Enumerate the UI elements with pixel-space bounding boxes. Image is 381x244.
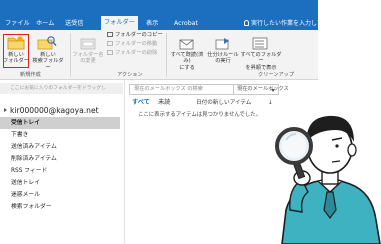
rename-folder-icon	[80, 38, 96, 50]
mark-read-icon	[179, 39, 194, 50]
folder-rss[interactable]: RSS フィード	[0, 165, 120, 177]
lightbulb-icon	[244, 20, 249, 26]
ribbon-tab-bar: ファイル ホーム 送受信 フォルダー 表示 Acrobat 実行したい作業を入力…	[0, 0, 323, 30]
rename-folder-button[interactable]: フォルダー名 の変更	[72, 52, 104, 65]
search-input[interactable]: 現在のメールボックス の検索	[129, 84, 234, 95]
ribbon-divider	[166, 33, 167, 77]
folder-list: 受信トレイ 下書き 送信済みアイテム 削除済みアイテム RSS フィード 送信ト…	[0, 117, 120, 213]
tab-home[interactable]: ホーム	[36, 17, 54, 30]
folder-drafts[interactable]: 下書き	[0, 129, 120, 141]
move-folder-label: フォルダーの移動	[115, 41, 158, 47]
delete-folder-button[interactable]: フォルダーの削除	[107, 50, 157, 57]
sort-dropdown[interactable]: 日付の新しいアイテム	[196, 98, 251, 108]
person-magnifier-illustration	[275, 115, 381, 244]
run-rules-button[interactable]: 仕分けルール の実行	[206, 52, 240, 65]
folder-outbox[interactable]: 送信トレイ	[0, 177, 120, 189]
group-new-label: 新規作成	[20, 72, 41, 78]
folder-inbox[interactable]: 受信トレイ	[0, 117, 120, 129]
tell-me-box[interactable]: 実行したい作業を入力して	[244, 17, 323, 30]
new-search-folder-button[interactable]: 新しい 検索フォルダー	[30, 52, 66, 71]
copy-folder-label: フォルダーのコピー	[115, 32, 163, 38]
tell-me-label: 実行したい作業を入力して	[251, 20, 323, 27]
move-folder-button[interactable]: フォルダーの移動	[107, 41, 157, 48]
folder-deleted[interactable]: 削除済みアイテム	[0, 153, 120, 165]
empty-message: ここに表示するアイテムは見つかりませんでした。	[138, 112, 262, 118]
pane-divider	[124, 80, 125, 244]
show-folders-icon	[252, 37, 268, 50]
account-header[interactable]: kir000000@kagoya.net	[4, 106, 99, 115]
ribbon-divider	[70, 33, 71, 77]
tab-view[interactable]: 表示	[146, 17, 158, 30]
run-rules-icon	[215, 38, 229, 50]
favorites-hint: ここにお気に入りのフォルダーをドラッグし	[0, 83, 123, 94]
delete-folder-label: フォルダーの削除	[115, 50, 158, 56]
search-folder-icon	[37, 36, 57, 50]
filter-all[interactable]: すべて	[132, 98, 150, 108]
tab-file[interactable]: ファイル	[5, 17, 30, 30]
magnifier-icon	[275, 127, 313, 165]
folder-search[interactable]: 検索フォルダー	[0, 201, 120, 213]
new-folder-highlight	[3, 34, 29, 68]
folder-sent[interactable]: 送信済みアイテム	[0, 141, 120, 153]
folder-junk[interactable]: 迷惑メール	[0, 189, 120, 201]
tab-send-receive[interactable]: 送受信	[65, 17, 84, 30]
copy-folder-button[interactable]: フォルダーのコピー	[107, 32, 163, 39]
filter-unread[interactable]: 未読	[158, 98, 170, 108]
mark-all-read-button[interactable]: すべて既読(済み) にする	[168, 52, 206, 71]
group-actions-label: アクション	[117, 72, 143, 78]
collapse-arrow-icon	[4, 108, 7, 112]
account-name: kir000000@kagoya.net	[10, 106, 99, 115]
tab-folder[interactable]: フォルダー	[101, 16, 138, 30]
tab-acrobat[interactable]: Acrobat	[174, 17, 198, 30]
